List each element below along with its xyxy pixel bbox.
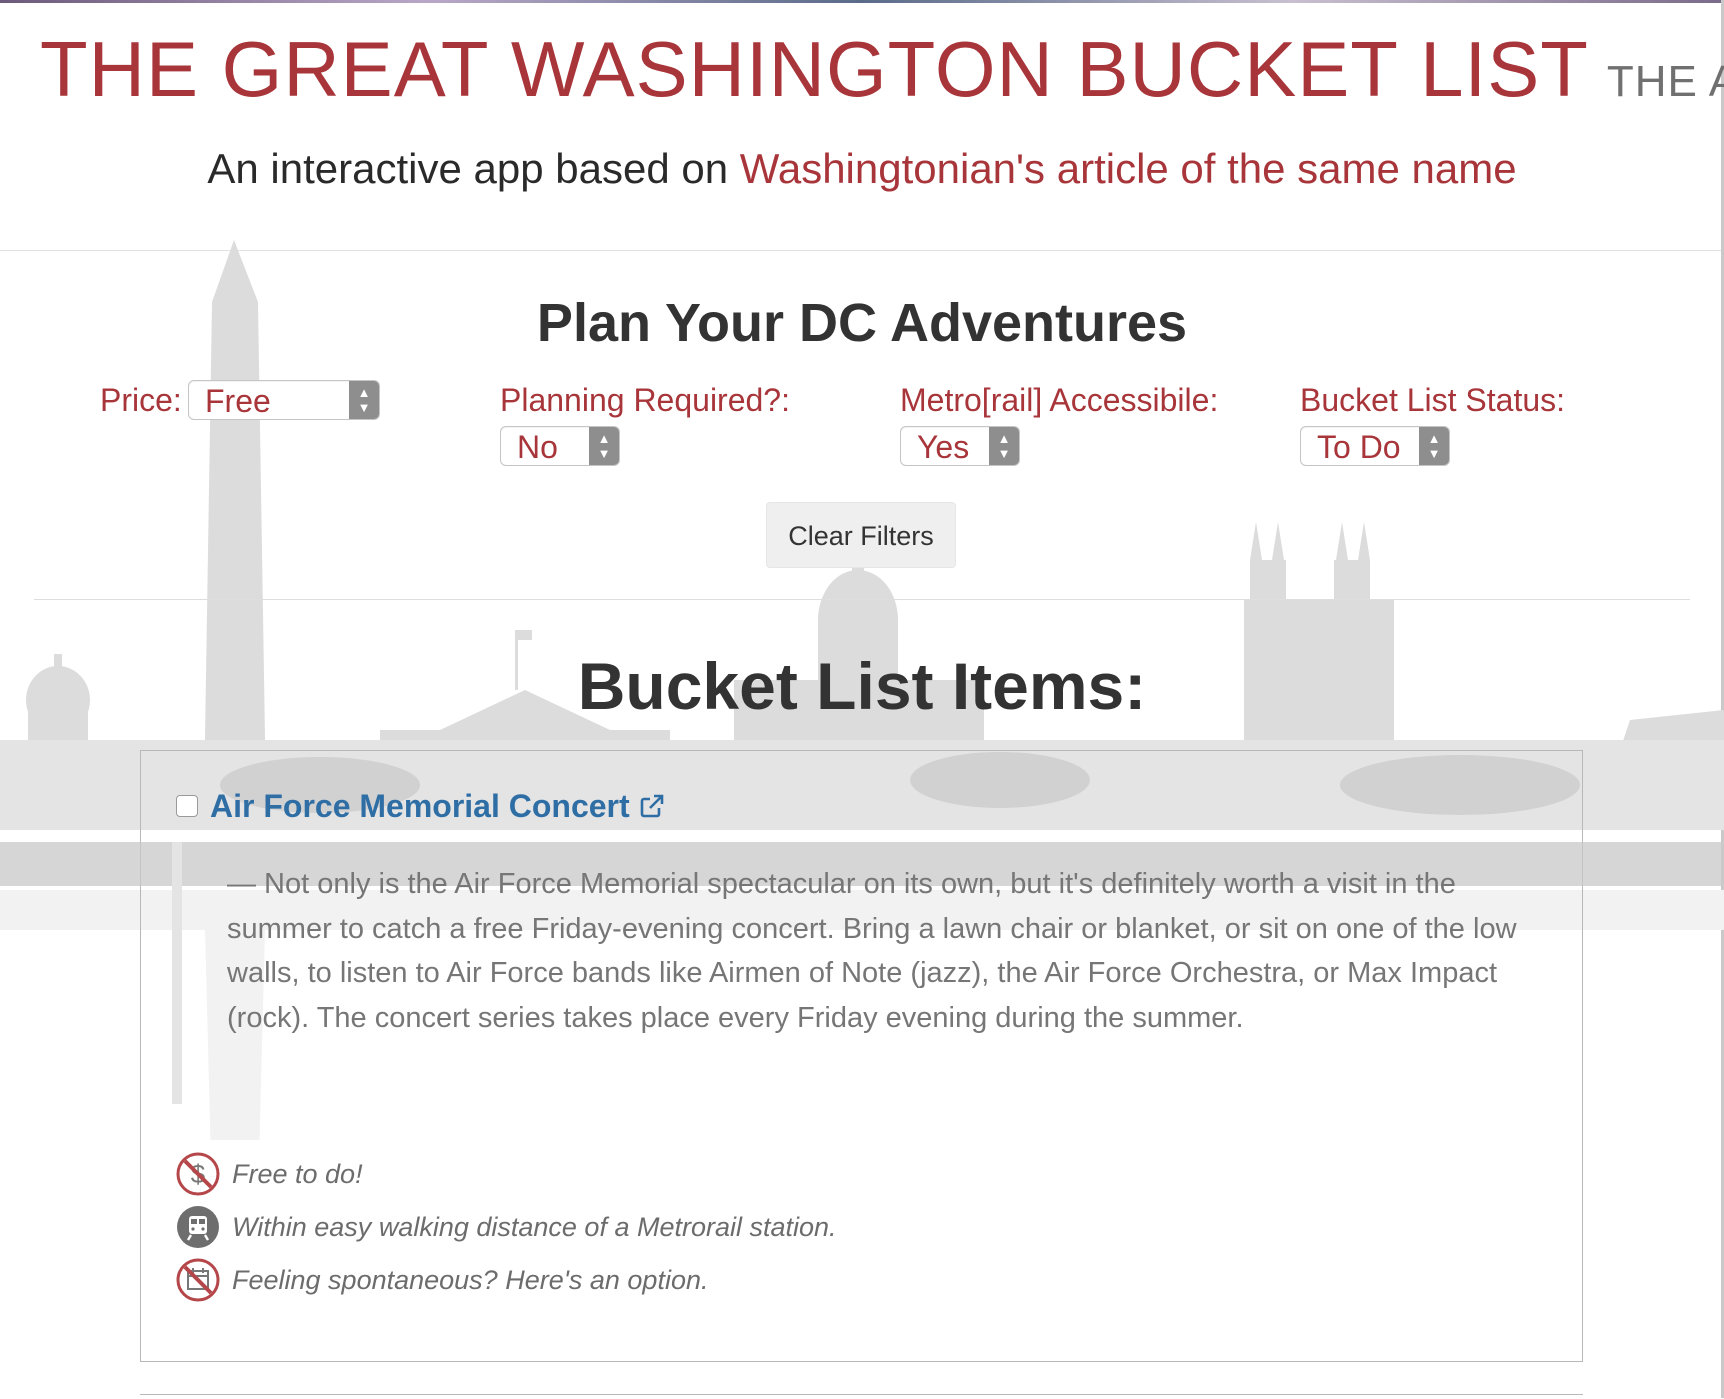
meta-planning: Feeling spontaneous? Here's an option. [176,1258,708,1302]
free-dollar-icon: $ [176,1152,220,1196]
item-done-checkbox[interactable] [176,795,198,817]
item-description: — Not only is the Air Force Memorial spe… [227,868,1517,1034]
price-select[interactable]: Free ▲ ▼ [188,380,380,420]
meta-metro: Within easy walking distance of a Metror… [176,1205,837,1249]
planning-select[interactable]: No ▲ ▼ [500,426,620,466]
plan-heading: Plan Your DC Adventures [536,293,1188,353]
select-arrows-icon: ▲ ▼ [589,427,619,465]
site-title-suffix: THE APP [1606,57,1724,106]
no-calendar-icon [176,1258,220,1302]
status-select[interactable]: To Do ▲ ▼ [1300,426,1450,466]
planning-select-value: No [517,429,558,465]
metro-select[interactable]: Yes ▲ ▼ [900,426,1020,466]
price-filter-label: Price: [100,382,182,418]
meta-free-text: Free to do! [232,1158,363,1189]
article-link[interactable]: Washingtonian's article of the same name [740,145,1517,192]
select-arrows-icon: ▲ ▼ [1419,427,1449,465]
status-filter-label: Bucket List Status: [1300,382,1566,418]
item-title-link[interactable]: Air Force Memorial Concert [210,788,630,825]
status-select-value: To Do [1317,429,1401,465]
metro-filter-label: Metro[rail] Accessibile: [900,382,1219,418]
item-title-row: Air Force Memorial Concert [176,786,666,826]
planning-filter-label: Planning Required?: [500,382,790,418]
filters-divider [34,599,1690,600]
window-top-strip [0,0,1724,3]
metro-train-icon [177,1206,219,1248]
meta-free: $ Free to do! [176,1152,363,1196]
select-arrows-icon: ▲ ▼ [989,427,1019,465]
next-item-card-edge [140,1394,1583,1399]
tagline: An interactive app based on Washingtonia… [0,145,1724,193]
blockquote-bar [172,842,182,1104]
external-link-icon[interactable] [638,792,666,820]
site-title-main: THE GREAT WASHINGTON BUCKET LIST [40,25,1589,113]
items-heading: Bucket List Items: [577,649,1147,723]
site-title: THE GREAT WASHINGTON BUCKET LIST THE APP [40,24,1724,115]
clear-filters-button[interactable]: Clear Filters [766,502,956,568]
price-select-value: Free [205,383,271,419]
select-arrows-icon: ▲ ▼ [349,381,379,419]
meta-metro-text: Within easy walking distance of a Metror… [232,1211,837,1242]
tagline-text: An interactive app based on [207,145,740,192]
metro-select-value: Yes [917,429,970,465]
meta-planning-text: Feeling spontaneous? Here's an option. [232,1264,709,1295]
